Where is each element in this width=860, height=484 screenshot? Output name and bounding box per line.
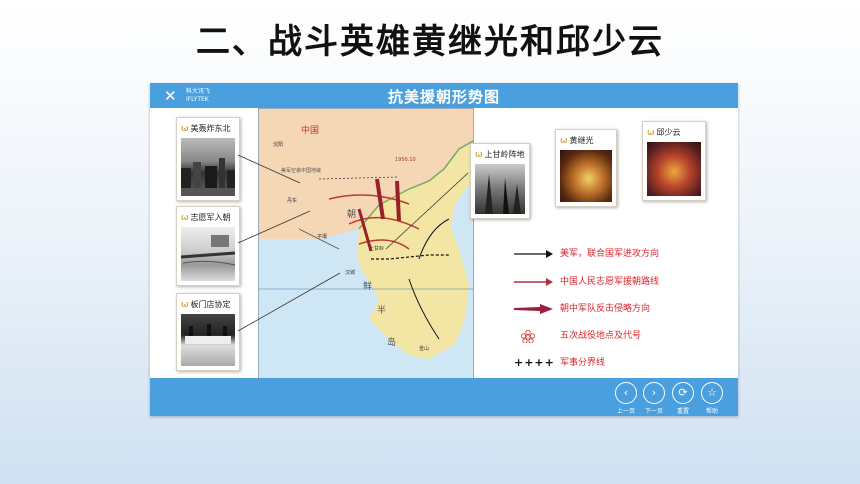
card-northeast-bombing[interactable]: ω 美轰炸东北 <box>176 117 240 201</box>
photo-battlefield <box>475 164 525 214</box>
bottom-nav-bar: ‹ 上一页 › 下一页 ⟳ 重置 ☆ 帮助 <box>150 378 738 416</box>
refresh-icon: ⟳ <box>672 382 694 404</box>
card-qiu-shaoyun[interactable]: ω 邱少云 <box>642 121 706 201</box>
swirl-icon: ω <box>181 300 189 310</box>
korea-war-map: 中国 美军空袭中国地域 1950.10 沈阳 丹东 平壤 汉城 上甘岭 釜山 朝… <box>258 108 474 380</box>
legend-label: 军事分界线 <box>560 358 606 368</box>
frame-title: 抗美援朝形势图 <box>387 88 500 106</box>
map-place-busan: 釜山 <box>419 346 430 352</box>
interactive-map-frame: ✕ 科大讯飞 iFLYTEK 抗美援朝形势图 ω 美轰炸东北 ω 志愿军入朝 ω… <box>150 83 738 416</box>
map-note: 美军空袭中国地域 <box>281 168 322 174</box>
map-china-label: 中国 <box>301 126 320 136</box>
photo-qiu-shaoyun <box>647 142 701 196</box>
legend-label: 中国人民志愿军援朝路线 <box>560 277 660 287</box>
photo-bombing <box>181 138 235 196</box>
card-label: 美轰炸东北 <box>190 124 231 133</box>
black-arrow-icon <box>514 250 553 258</box>
help-icon: ☆ <box>701 382 723 404</box>
demarcation-line-icon: ++++ <box>514 356 555 369</box>
photo-huang-jiguang <box>560 150 612 202</box>
map-place-shangganling: 上甘岭 <box>369 246 385 252</box>
swirl-icon: ω <box>647 128 655 138</box>
top-bar: ✕ 科大讯飞 iFLYTEK 抗美援朝形势图 <box>150 83 738 108</box>
prev-page-button[interactable]: ‹ 上一页 <box>613 382 639 415</box>
swirl-icon: ω <box>181 124 189 134</box>
map-char-chao: 朝 <box>347 210 357 220</box>
map-char-xian: 鲜 <box>363 282 373 292</box>
map-place-pyongyang: 平壤 <box>317 234 328 240</box>
slide-title: 二、战斗英雄黄继光和邱少云 <box>196 22 664 62</box>
map-char-dao: 岛 <box>387 338 397 348</box>
map-line-label: 1950.10 <box>395 157 416 163</box>
battle-flower-icon <box>520 329 536 343</box>
swirl-icon: ω <box>560 136 568 146</box>
card-label: 板门店协定 <box>190 300 231 309</box>
map-place-dandong: 丹东 <box>287 198 298 204</box>
card-panmunjom[interactable]: ω 板门店协定 <box>176 293 240 371</box>
nav-label: 上一页 <box>616 408 635 415</box>
card-label: 黄继光 <box>569 136 594 145</box>
nav-label: 下一页 <box>644 408 663 415</box>
card-label: 邱少云 <box>656 128 681 137</box>
red-wedge-arrow-icon <box>514 304 553 314</box>
red-arrow-icon <box>514 278 553 286</box>
help-button[interactable]: ☆ 帮助 <box>699 382 725 415</box>
photo-armistice <box>181 314 235 366</box>
map-char-ban: 半 <box>377 306 387 316</box>
card-shangganling[interactable]: ω 上甘岭阵地 <box>470 143 530 219</box>
map-graphic <box>259 109 474 359</box>
legend-label: 朝中军队反击侵略方向 <box>560 304 651 314</box>
card-label: 上甘岭阵地 <box>484 150 525 159</box>
legend-label: 美军，联合国军进攻方向 <box>560 249 660 259</box>
nav-label: 重置 <box>676 408 689 415</box>
next-page-button[interactable]: › 下一页 <box>641 382 667 415</box>
swirl-icon: ω <box>181 213 189 223</box>
next-icon: › <box>643 382 665 404</box>
prev-icon: ‹ <box>615 382 637 404</box>
map-place-seoul: 汉城 <box>345 270 356 276</box>
card-volunteers-enter[interactable]: ω 志愿军入朝 <box>176 206 240 286</box>
nav-label: 帮助 <box>705 408 718 415</box>
photo-river-crossing <box>180 227 236 281</box>
card-label: 志愿军入朝 <box>190 213 231 222</box>
reset-button[interactable]: ⟳ 重置 <box>670 382 696 415</box>
card-huang-jiguang[interactable]: ω 黄继光 <box>555 129 617 207</box>
map-place-shenyang: 沈阳 <box>273 142 284 148</box>
swirl-icon: ω <box>475 150 483 160</box>
legend-label: 五次战役地点及代号 <box>560 331 642 341</box>
